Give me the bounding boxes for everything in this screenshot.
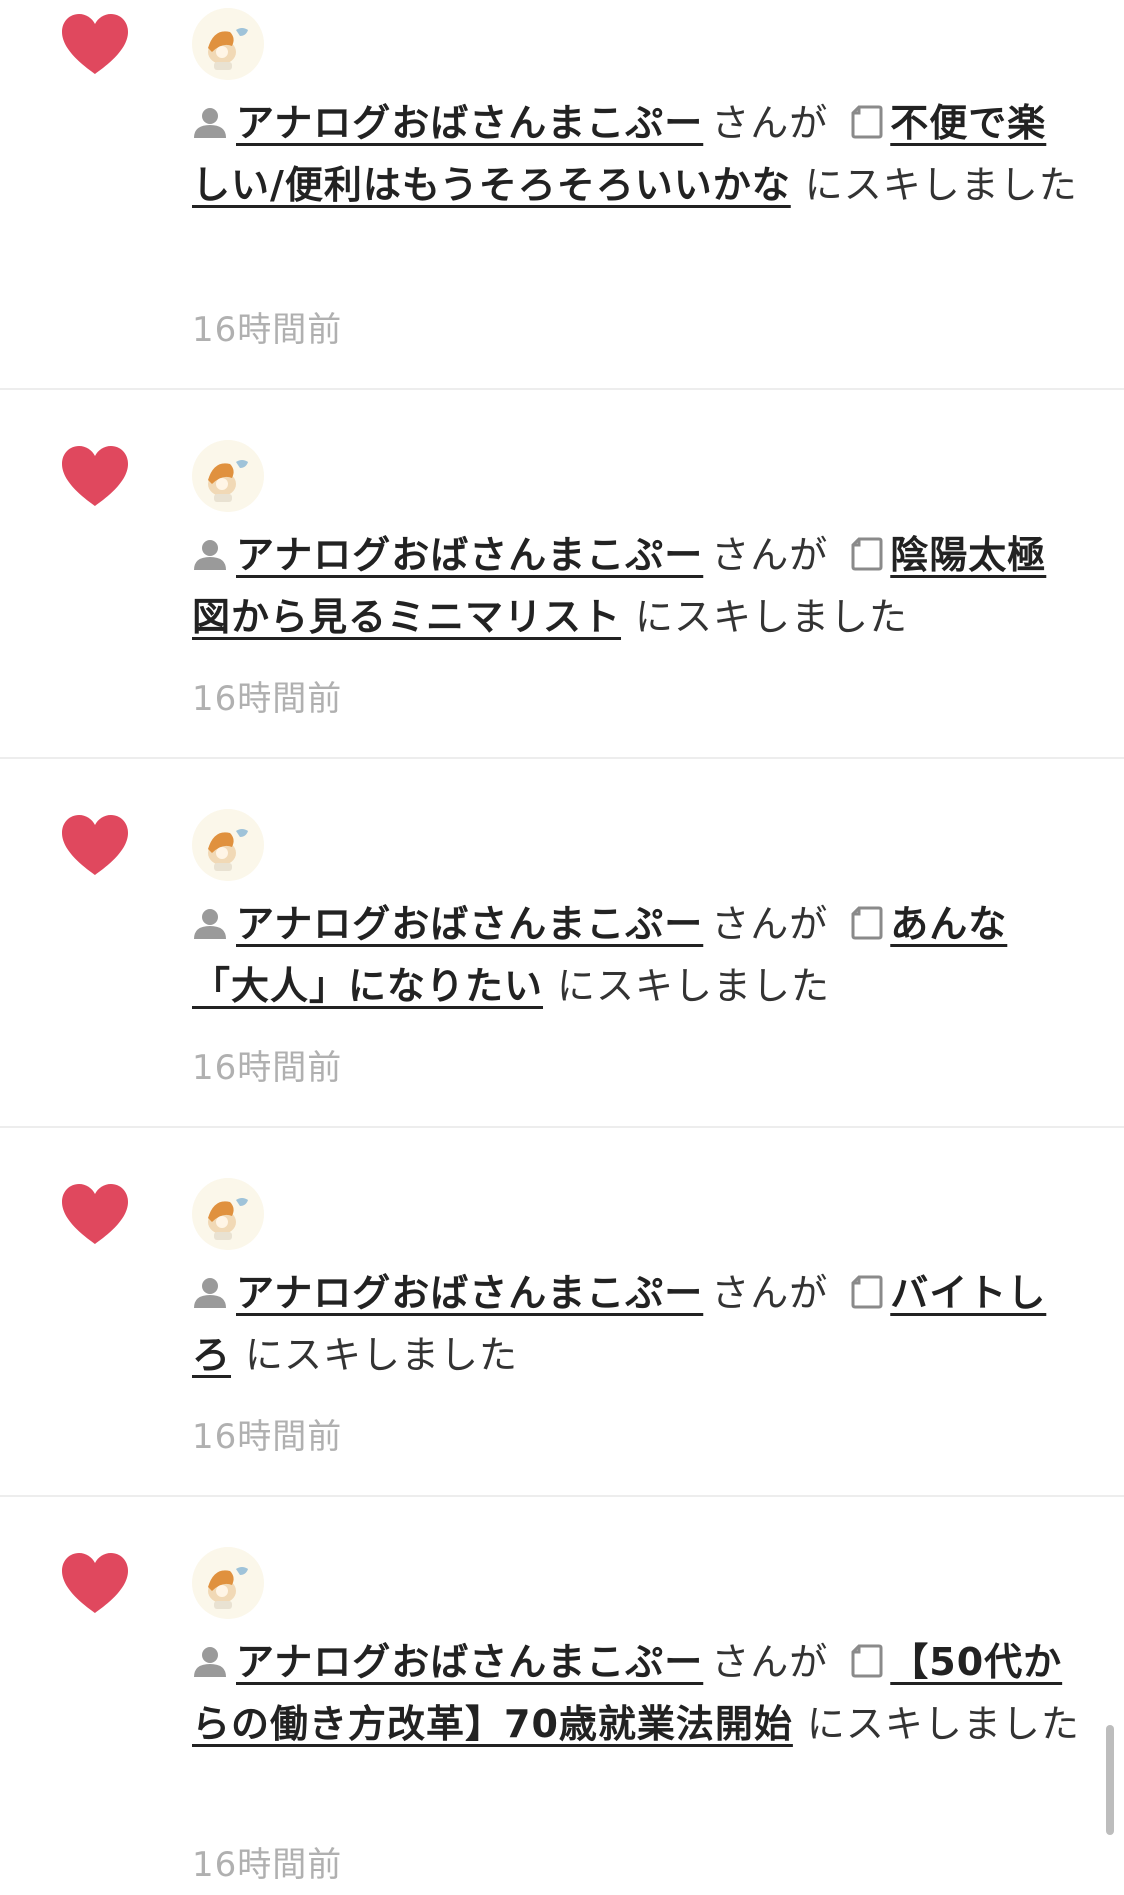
user-name-link[interactable]: アナログおばさんまこぷー	[236, 902, 703, 946]
action-text: にスキしました	[806, 1702, 1080, 1746]
heart-icon	[62, 14, 128, 74]
notification-text: アナログおばさんまこぷー さんが 陰陽太極図から見るミニマリスト にスキしました	[192, 524, 1082, 648]
list-item[interactable]: アナログおばさんまこぷー さんが バイトしろ にスキしました 16時間前	[0, 1128, 1124, 1497]
avatar[interactable]	[192, 440, 264, 512]
person-icon	[194, 108, 226, 138]
notification-text: アナログおばさんまこぷー さんが 不便で楽しい/便利はもうそろそろいいかな にスキしま…	[192, 92, 1082, 216]
document-icon	[851, 1275, 883, 1309]
document-icon	[851, 105, 883, 139]
avatar[interactable]	[192, 1547, 264, 1619]
connector-text: さんが	[711, 1640, 829, 1684]
person-icon	[194, 540, 226, 570]
document-icon	[851, 537, 883, 571]
avatar[interactable]	[192, 8, 264, 80]
heart-icon	[62, 1553, 128, 1613]
user-name-link[interactable]: アナログおばさんまこぷー	[236, 1640, 703, 1684]
timestamp: 16時間前	[192, 1048, 343, 1088]
avatar[interactable]	[192, 1178, 264, 1250]
connector-text: さんが	[711, 101, 829, 145]
notification-text: アナログおばさんまこぷー さんが バイトしろ にスキしました	[192, 1262, 1082, 1386]
user-name-link[interactable]: アナログおばさんまこぷー	[236, 101, 703, 145]
person-icon	[194, 1647, 226, 1677]
user-name-link[interactable]: アナログおばさんまこぷー	[236, 1271, 703, 1315]
timestamp: 16時間前	[192, 1845, 343, 1885]
user-name-link[interactable]: アナログおばさんまこぷー	[236, 533, 703, 577]
action-text: にスキしました	[557, 964, 831, 1008]
person-icon	[194, 1278, 226, 1308]
heart-icon	[62, 1184, 128, 1244]
action-text: にスキしました	[804, 163, 1078, 207]
heart-icon	[62, 815, 128, 875]
avatar[interactable]	[192, 809, 264, 881]
timestamp: 16時間前	[192, 310, 343, 350]
list-item[interactable]: アナログおばさんまこぷー さんが 不便で楽しい/便利はもうそろそろいいかな にスキしま…	[0, 0, 1124, 390]
notification-text: アナログおばさんまこぷー さんが あんな「大人」になりたい にスキしました	[192, 893, 1082, 1017]
action-text: にスキしました	[635, 595, 909, 639]
list-item[interactable]: アナログおばさんまこぷー さんが 陰陽太極図から見るミニマリスト にスキしました 16…	[0, 390, 1124, 759]
connector-text: さんが	[711, 533, 829, 577]
list-item[interactable]: アナログおばさんまこぷー さんが あんな「大人」になりたい にスキしました 16時間前	[0, 759, 1124, 1128]
heart-icon	[62, 446, 128, 506]
notification-text: アナログおばさんまこぷー さんが 【50代からの働き方改革】70歳就業法開始 にスキし…	[192, 1631, 1082, 1755]
timestamp: 16時間前	[192, 679, 343, 719]
action-text: にスキしました	[245, 1333, 519, 1377]
scrollbar[interactable]	[1106, 1725, 1114, 1835]
document-icon	[851, 1644, 883, 1678]
connector-text: さんが	[711, 1271, 829, 1315]
person-icon	[194, 909, 226, 939]
list-item[interactable]: アナログおばさんまこぷー さんが 【50代からの働き方改革】70歳就業法開始 にスキし…	[0, 1497, 1124, 1895]
document-icon	[851, 906, 883, 940]
connector-text: さんが	[711, 902, 829, 946]
timestamp: 16時間前	[192, 1417, 343, 1457]
